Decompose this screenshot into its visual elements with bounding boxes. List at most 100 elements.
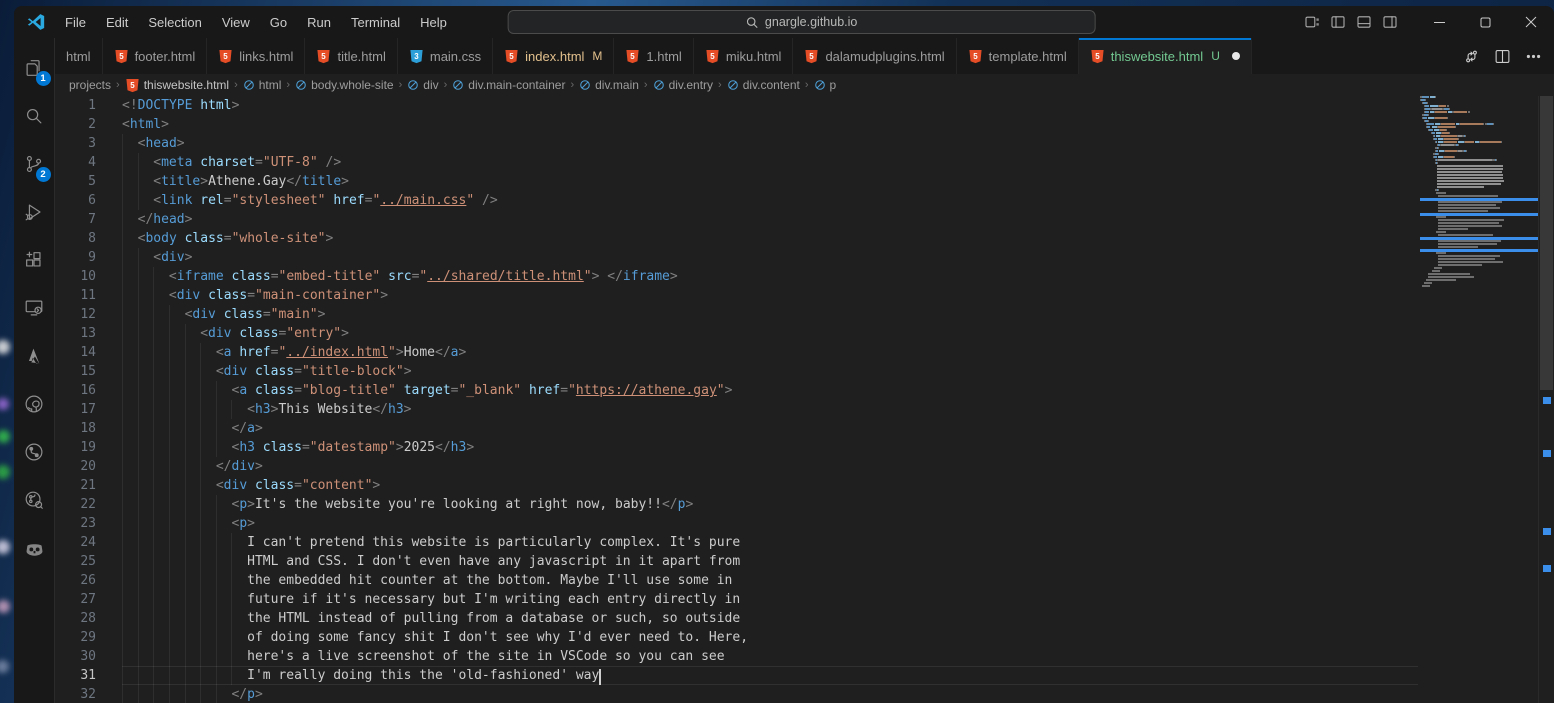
line-number-12[interactable]: 12	[55, 305, 96, 324]
split-editor-icon[interactable]	[1494, 48, 1511, 65]
activity-godot-icon[interactable]	[14, 524, 55, 572]
code-line-2[interactable]: <html>	[122, 115, 1420, 134]
line-number-27[interactable]: 27	[55, 590, 96, 609]
code-line-7[interactable]: </head>	[122, 210, 1420, 229]
line-number-21[interactable]: 21	[55, 476, 96, 495]
activity-azure-icon[interactable]	[14, 332, 55, 380]
code-line-19[interactable]: <h3 class="datestamp">2025</h3>	[122, 438, 1420, 457]
line-number-8[interactable]: 8	[55, 229, 96, 248]
line-number-gutter[interactable]: 1234567891011121314151617181920212223242…	[55, 96, 122, 703]
line-number-4[interactable]: 4	[55, 153, 96, 172]
line-number-17[interactable]: 17	[55, 400, 96, 419]
line-number-25[interactable]: 25	[55, 552, 96, 571]
code-line-18[interactable]: </a>	[122, 419, 1420, 438]
breadcrumb-projects[interactable]: projects	[69, 78, 111, 92]
activity-remote-explorer-icon[interactable]	[14, 284, 55, 332]
code-line-27[interactable]: future if it's necessary but I'm writing…	[122, 590, 1420, 609]
line-number-30[interactable]: 30	[55, 647, 96, 666]
activity-github-icon[interactable]	[14, 380, 55, 428]
breadcrumb-div.main-container[interactable]: div.main-container	[452, 78, 565, 92]
menu-selection[interactable]: Selection	[139, 12, 210, 33]
line-number-20[interactable]: 20	[55, 457, 96, 476]
maximize-button[interactable]	[1462, 6, 1508, 38]
code-line-31[interactable]: I'm really doing this the 'old-fashioned…	[122, 666, 1420, 685]
toggle-panel-icon[interactable]	[1356, 14, 1372, 30]
scrollbar-slider[interactable]	[1540, 96, 1553, 390]
code-line-6[interactable]: <link rel="stylesheet" href="../main.css…	[122, 191, 1420, 210]
line-number-16[interactable]: 16	[55, 381, 96, 400]
minimize-button[interactable]	[1416, 6, 1462, 38]
toggle-sidebar-right-icon[interactable]	[1382, 14, 1398, 30]
breadcrumb-div.main[interactable]: div.main	[579, 78, 639, 92]
code-line-24[interactable]: I can't pretend this website is particul…	[122, 533, 1420, 552]
tab-title.html[interactable]: 5title.html	[305, 38, 397, 74]
tab-1.html[interactable]: 51.html	[614, 38, 693, 74]
code-line-9[interactable]: <div>	[122, 248, 1420, 267]
menu-help[interactable]: Help	[411, 12, 456, 33]
code-line-14[interactable]: <a href="../index.html">Home</a>	[122, 343, 1420, 362]
line-number-15[interactable]: 15	[55, 362, 96, 381]
code-line-15[interactable]: <div class="title-block">	[122, 362, 1420, 381]
unsaved-dot[interactable]	[1232, 52, 1240, 60]
tab-html[interactable]: html	[55, 38, 103, 74]
tab-footer.html[interactable]: 5footer.html	[103, 38, 208, 74]
scrollbar[interactable]	[1538, 96, 1554, 703]
tab-dalamudplugins.html[interactable]: 5dalamudplugins.html	[793, 38, 956, 74]
code-line-11[interactable]: <div class="main-container">	[122, 286, 1420, 305]
line-number-1[interactable]: 1	[55, 96, 96, 115]
breadcrumb-p[interactable]: p	[814, 78, 837, 92]
line-number-29[interactable]: 29	[55, 628, 96, 647]
command-center-search[interactable]: gnargle.github.io	[508, 10, 1096, 34]
code-line-4[interactable]: <meta charset="UTF-8" />	[122, 153, 1420, 172]
activity-search-icon[interactable]	[14, 92, 55, 140]
code-line-13[interactable]: <div class="entry">	[122, 324, 1420, 343]
toggle-sidebar-left-icon[interactable]	[1330, 14, 1346, 30]
code-line-16[interactable]: <a class="blog-title" target="_blank" hr…	[122, 381, 1420, 400]
activity-gitlens-icon[interactable]	[14, 476, 55, 524]
code-line-32[interactable]: </p>	[122, 685, 1420, 703]
line-number-10[interactable]: 10	[55, 267, 96, 286]
line-number-6[interactable]: 6	[55, 191, 96, 210]
code-line-29[interactable]: of doing some fancy shit I don't see why…	[122, 628, 1420, 647]
code-line-26[interactable]: the embedded hit counter at the bottom. …	[122, 571, 1420, 590]
breadcrumb-thiswebsite.html[interactable]: 5thiswebsite.html	[125, 78, 229, 93]
line-number-24[interactable]: 24	[55, 533, 96, 552]
code-line-30[interactable]: here's a live screenshot of the site in …	[122, 647, 1420, 666]
activity-git-graph-icon[interactable]	[14, 428, 55, 476]
code-line-22[interactable]: <p>It's the website you're looking at ri…	[122, 495, 1420, 514]
line-number-9[interactable]: 9	[55, 248, 96, 267]
code-line-8[interactable]: <body class="whole-site">	[122, 229, 1420, 248]
code-line-20[interactable]: </div>	[122, 457, 1420, 476]
line-number-5[interactable]: 5	[55, 172, 96, 191]
breadcrumb-html[interactable]: html	[243, 78, 282, 92]
line-number-2[interactable]: 2	[55, 115, 96, 134]
menu-view[interactable]: View	[213, 12, 259, 33]
tab-template.html[interactable]: 5template.html	[957, 38, 1079, 74]
line-number-19[interactable]: 19	[55, 438, 96, 457]
line-number-31[interactable]: 31	[55, 666, 96, 685]
activity-extensions-icon[interactable]	[14, 236, 55, 284]
code-line-10[interactable]: <iframe class="embed-title" src="../shar…	[122, 267, 1420, 286]
code-line-28[interactable]: the HTML instead of pulling from a datab…	[122, 609, 1420, 628]
customize-layout-icon[interactable]	[1304, 14, 1320, 30]
code-line-23[interactable]: <p>	[122, 514, 1420, 533]
line-number-7[interactable]: 7	[55, 210, 96, 229]
line-number-32[interactable]: 32	[55, 685, 96, 703]
menu-run[interactable]: Run	[298, 12, 340, 33]
menu-go[interactable]: Go	[261, 12, 296, 33]
tab-miku.html[interactable]: 5miku.html	[694, 38, 794, 74]
activity-run-debug-icon[interactable]	[14, 188, 55, 236]
code-line-12[interactable]: <div class="main">	[122, 305, 1420, 324]
tab-index.html[interactable]: 5index.htmlM	[493, 38, 614, 74]
line-number-11[interactable]: 11	[55, 286, 96, 305]
activity-explorer-icon[interactable]: 1	[14, 44, 55, 92]
activity-source-control-icon[interactable]: 2	[14, 140, 55, 188]
line-number-23[interactable]: 23	[55, 514, 96, 533]
line-number-28[interactable]: 28	[55, 609, 96, 628]
line-number-22[interactable]: 22	[55, 495, 96, 514]
line-number-18[interactable]: 18	[55, 419, 96, 438]
breadcrumb-div.entry[interactable]: div.entry	[653, 78, 713, 92]
tab-thiswebsite.html[interactable]: 5thiswebsite.htmlU	[1079, 38, 1252, 74]
line-number-3[interactable]: 3	[55, 134, 96, 153]
code-line-1[interactable]: <!DOCTYPE html>	[122, 96, 1420, 115]
